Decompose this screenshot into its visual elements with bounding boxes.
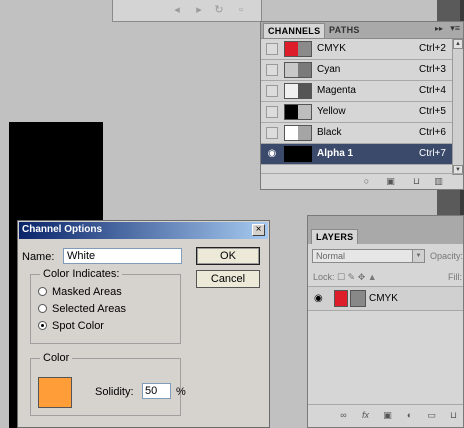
fx-icon[interactable]: fx <box>360 410 371 420</box>
channels-tab-bar: CHANNELS PATHS ▸▸ ▾≡ <box>261 22 463 39</box>
color-legend: Color <box>40 352 73 364</box>
tab-layers[interactable]: LAYERS <box>311 229 359 244</box>
radio-spot-color[interactable]: Spot Color <box>38 320 104 332</box>
lock-brush-icon[interactable]: ✎ <box>348 272 356 282</box>
trash-icon[interactable]: ▥ <box>433 176 444 186</box>
dialog-titlebar[interactable]: Channel Options × <box>19 222 268 239</box>
channel-shortcut: Ctrl+3 <box>419 64 446 75</box>
name-input[interactable] <box>63 248 182 264</box>
lock-label: Lock: <box>313 272 335 282</box>
channel-name: Alpha 1 <box>317 148 354 159</box>
dialog-title: Channel Options <box>22 224 102 235</box>
layer-thumbnail <box>334 290 348 307</box>
channel-thumbnail <box>284 62 312 78</box>
channel-shortcut: Ctrl+4 <box>419 85 446 96</box>
folder-icon[interactable]: ▭ <box>426 410 437 420</box>
radio-selected-areas[interactable]: Selected Areas <box>38 303 126 315</box>
color-indicates-legend: Color Indicates: <box>40 268 123 280</box>
radio-button[interactable] <box>38 321 47 330</box>
radio-label: Masked Areas <box>52 286 122 298</box>
radio-masked-areas[interactable]: Masked Areas <box>38 286 122 298</box>
visibility-toggle[interactable] <box>266 43 278 55</box>
channel-row-black[interactable]: Black Ctrl+6 <box>261 123 452 144</box>
eye-icon[interactable]: ◉ <box>314 293 326 305</box>
mask-icon[interactable]: ▣ <box>382 410 393 420</box>
close-icon[interactable]: × <box>252 224 265 236</box>
visibility-toggle[interactable] <box>266 106 278 118</box>
load-selection-icon[interactable]: ○ <box>361 176 372 186</box>
lock-row: Lock: ☐ ✎ ✥ ▲ <box>313 272 377 283</box>
lock-transparency-icon[interactable]: ☐ <box>337 272 345 282</box>
layer-mask-thumbnail <box>350 290 366 307</box>
channel-thumbnail <box>284 125 312 141</box>
top-toolbar: ◂ ▸ ↻ ▫ <box>112 0 262 22</box>
panel-menu-icon[interactable]: ▾≡ <box>450 23 460 34</box>
solidity-label: Solidity: <box>95 386 134 398</box>
visibility-toggle[interactable] <box>266 64 278 76</box>
toolbar-rotate-icon[interactable]: ↻ <box>213 5 225 16</box>
channel-name: CMYK <box>317 43 346 54</box>
channel-row-magenta[interactable]: Magenta Ctrl+4 <box>261 81 452 102</box>
channel-name: Cyan <box>317 64 341 75</box>
channel-row-alpha-1[interactable]: ◉ Alpha 1 Ctrl+7 <box>261 144 452 165</box>
radio-label: Selected Areas <box>52 303 126 315</box>
channels-footer: ○ ▣ ⊔ ▥ <box>261 173 463 189</box>
save-selection-icon[interactable]: ▣ <box>385 176 396 186</box>
layers-panel: LAYERS Normal ▼ Opacity: Lock: ☐ ✎ ✥ ▲ F… <box>307 215 464 428</box>
ok-button[interactable]: OK <box>196 247 260 265</box>
visibility-toggle[interactable] <box>266 127 278 139</box>
name-label: Name: <box>22 251 55 263</box>
solidity-input[interactable] <box>142 383 171 399</box>
cancel-button[interactable]: Cancel <box>196 270 260 288</box>
opacity-label: Opacity: <box>430 251 464 261</box>
adjustment-icon[interactable]: ◐ <box>404 410 415 420</box>
fill-label: Fill: <box>448 272 462 282</box>
toolbar-arrow-left-icon[interactable]: ◂ <box>171 5 183 16</box>
layers-tab-bar: LAYERS <box>308 216 463 244</box>
channel-row-yellow[interactable]: Yellow Ctrl+5 <box>261 102 452 123</box>
channels-scrollbar[interactable]: ▲ ▼ <box>452 39 463 175</box>
color-swatch[interactable] <box>38 377 72 408</box>
new-channel-icon[interactable]: ⊔ <box>411 176 422 186</box>
channel-thumbnail <box>284 146 312 162</box>
color-indicates-group: Color Indicates: Masked Areas Selected A… <box>30 268 181 344</box>
blend-mode-value: Normal <box>316 251 346 261</box>
channel-thumbnail <box>284 41 312 57</box>
channel-options-dialog: Channel Options × Name: OK Cancel Color … <box>17 220 270 428</box>
toolbar-box-icon[interactable]: ▫ <box>235 5 247 16</box>
channel-row-cyan[interactable]: Cyan Ctrl+3 <box>261 60 452 81</box>
channel-row-cmyk[interactable]: CMYK Ctrl+2 <box>261 39 452 60</box>
channel-name: Black <box>317 127 342 138</box>
tab-paths[interactable]: PATHS <box>325 23 364 37</box>
channel-thumbnail <box>284 83 312 99</box>
solidity-percent: % <box>176 386 186 398</box>
visibility-toggle[interactable] <box>266 85 278 97</box>
channel-name: Magenta <box>317 85 356 96</box>
layers-footer: ∞ fx ▣ ◐ ▭ ⊔ <box>308 404 463 427</box>
channel-shortcut: Ctrl+7 <box>419 148 446 159</box>
scroll-up-icon[interactable]: ▲ <box>453 39 463 49</box>
channel-shortcut: Ctrl+2 <box>419 43 446 54</box>
lock-move-icon[interactable]: ✥ <box>358 272 366 282</box>
radio-label: Spot Color <box>52 320 104 332</box>
channels-panel: CHANNELS PATHS ▸▸ ▾≡ CMYK Ctrl+2 Cyan Ct… <box>260 21 464 190</box>
radio-button[interactable] <box>38 287 47 296</box>
color-group: Color Solidity: % <box>30 352 186 416</box>
channel-thumbnail <box>284 104 312 120</box>
new-layer-icon[interactable]: ⊔ <box>448 410 459 420</box>
radio-button[interactable] <box>38 304 47 313</box>
layer-row-cmyk[interactable]: ◉ CMYK <box>308 286 463 311</box>
channel-name: Yellow <box>317 106 346 117</box>
eye-icon[interactable]: ◉ <box>266 148 278 160</box>
link-icon[interactable]: ∞ <box>338 410 349 420</box>
tab-channels[interactable]: CHANNELS <box>263 23 326 38</box>
blend-mode-select[interactable]: Normal ▼ <box>312 249 425 263</box>
channel-shortcut: Ctrl+5 <box>419 106 446 117</box>
toolbar-arrow-right-icon[interactable]: ▸ <box>193 5 205 16</box>
channel-shortcut: Ctrl+6 <box>419 127 446 138</box>
lock-icon[interactable]: ▲ <box>368 272 377 282</box>
layer-name: CMYK <box>369 293 398 304</box>
collapse-icon[interactable]: ▸▸ <box>435 24 443 33</box>
chevron-down-icon[interactable]: ▼ <box>412 250 424 262</box>
